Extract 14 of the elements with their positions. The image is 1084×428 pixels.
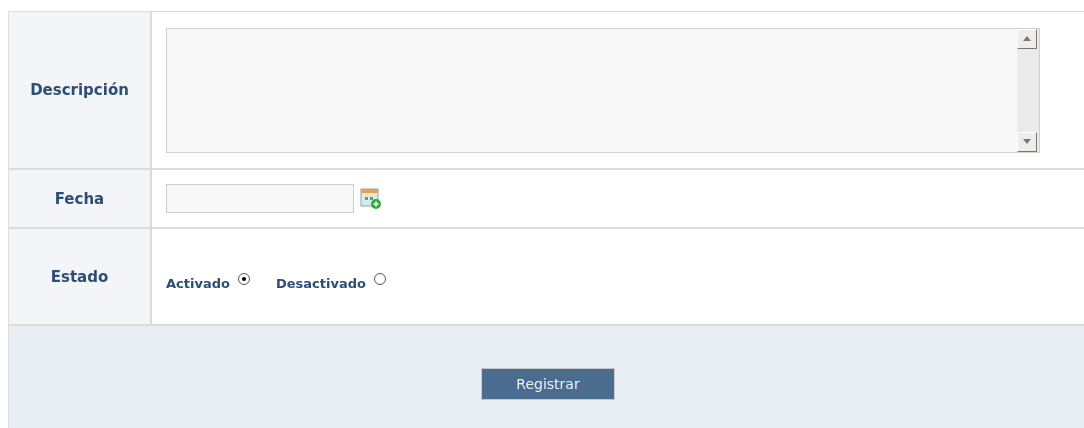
date-field[interactable] <box>166 184 354 213</box>
option-label: Activado <box>166 276 230 291</box>
field-label: Descripción <box>30 81 129 99</box>
radio-button[interactable] <box>373 272 386 285</box>
scroll-up-icon <box>1023 36 1031 41</box>
calendar-add-icon[interactable] <box>360 187 382 210</box>
field-label: Fecha <box>54 189 105 208</box>
field-label: Estado <box>50 267 109 286</box>
radio-button[interactable] <box>237 272 250 285</box>
scroll-down-icon <box>1023 139 1031 144</box>
register-button[interactable]: Registrar <box>481 368 615 400</box>
description-field[interactable] <box>166 27 1040 153</box>
scrollbar[interactable] <box>1017 28 1039 152</box>
option-label: Desactivado <box>275 276 366 291</box>
